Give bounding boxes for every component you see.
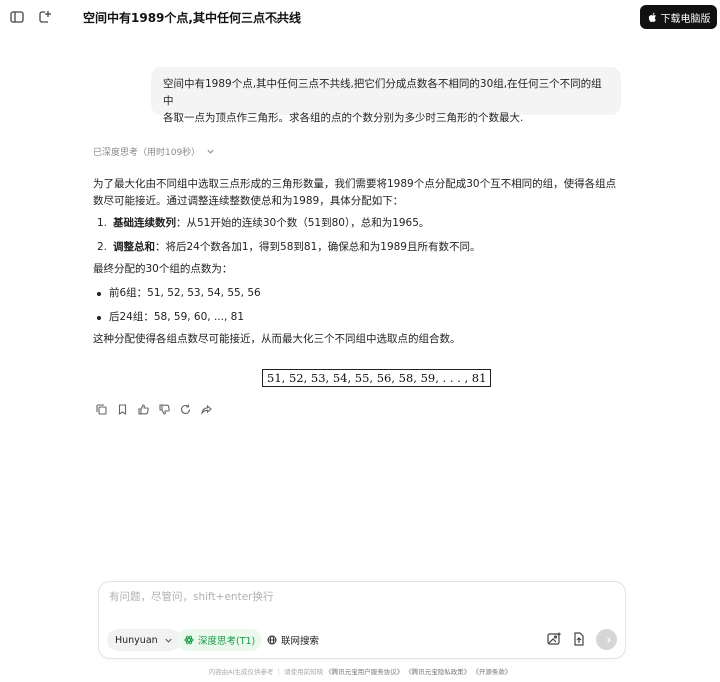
- footer-text: 内容由AI生成仅供参考 ｜ 请使用前知晓: [208, 668, 324, 676]
- thumbs-down-icon[interactable]: [158, 403, 171, 416]
- send-button[interactable]: [596, 629, 617, 650]
- final-label: 最终分配的30个组的点数为：: [93, 263, 233, 275]
- step-title: 基础连续数列: [113, 217, 176, 229]
- step-text: ：将后24个数各加1，得到58到81，确保总和为1989且所有数不同。: [155, 241, 481, 253]
- thumbs-up-icon[interactable]: [137, 403, 150, 416]
- answer-intro: 数尽可能接近。通过调整连续整数使总和为1989，具体分配如下：: [93, 195, 404, 207]
- chevron-down-icon[interactable]: [271, 11, 281, 24]
- chevron-down-icon: [207, 149, 214, 154]
- conversation-title[interactable]: 空间中有1989个点,其中任何三点不共线: [83, 9, 301, 26]
- download-desktop-button[interactable]: 下载电脑版: [640, 5, 717, 29]
- terms-link[interactable]: 《腾讯元宝用户服务协议》: [325, 668, 403, 676]
- send-arrow-icon: [603, 636, 611, 643]
- chevron-down-icon: [165, 638, 172, 643]
- user-message-bubble: 空间中有1989个点,其中任何三点不共线,把它们分成点数各不相同的30组,在任何…: [151, 67, 621, 124]
- answer-conclusion: 这种分配使得各组点数尽可能接近，从而最大化三个不同组中选取点的组合数。: [93, 333, 461, 345]
- new-chat-icon[interactable]: [37, 9, 53, 25]
- top-bar: 空间中有1989个点,其中任何三点不共线 下载电脑版: [0, 0, 720, 34]
- privacy-link[interactable]: 《腾讯元宝隐私政策》: [405, 668, 470, 676]
- bullet-icon: [97, 315, 101, 320]
- group-text: 前6组：51, 52, 53, 54, 55, 56: [109, 287, 261, 299]
- list-number: 2.: [97, 241, 108, 253]
- deep-think-label: 深度思考(T1): [198, 636, 256, 647]
- step-title: 调整总和: [113, 241, 155, 253]
- open-source-link[interactable]: 《开源条款》: [472, 668, 511, 676]
- bullet-icon: [97, 291, 101, 296]
- model-selector[interactable]: Hunyuan: [107, 629, 181, 651]
- list-item: 1. 基础连续数列：从51开始的连续30个数（51到80），总和为1965。: [93, 215, 633, 232]
- user-message-line: 空间中有1989个点,其中任何三点不共线,把它们分成点数各不相同的30组,在任何…: [163, 78, 602, 107]
- step-text: ：从51开始的连续30个数（51到80），总和为1965。: [176, 217, 430, 229]
- atom-icon: [184, 635, 194, 645]
- deep-thinking-toggle[interactable]: 已深度思考（用时109秒）: [93, 145, 215, 158]
- thinking-label: 已深度思考（用时109秒）: [93, 148, 201, 158]
- share-icon[interactable]: [200, 403, 213, 416]
- web-search-toggle[interactable]: 联网搜索: [261, 629, 325, 651]
- globe-icon: [267, 635, 277, 645]
- apple-icon: [648, 12, 656, 22]
- image-upload-icon[interactable]: [546, 631, 562, 647]
- file-upload-icon[interactable]: [571, 631, 587, 647]
- model-label: Hunyuan: [115, 634, 158, 646]
- list-item: 2. 调整总和：将后24个数各加1，得到58到81，确保总和为1989且所有数不…: [93, 239, 633, 256]
- footer-disclaimer: 内容由AI生成仅供参考 ｜ 请使用前知晓 《腾讯元宝用户服务协议》 《腾讯元宝隐…: [0, 666, 720, 676]
- user-message-line: 各取一点为顶点作三角形。求各组的点的个数分别为多少时三角形的个数最大.: [163, 112, 524, 124]
- deep-think-toggle[interactable]: 深度思考(T1): [177, 629, 263, 651]
- boxed-result: 51, 52, 53, 54, 55, 56, 58, 59, . . . , …: [262, 369, 492, 387]
- regenerate-icon[interactable]: [179, 403, 192, 416]
- web-search-label: 联网搜索: [281, 636, 320, 647]
- bookmark-icon[interactable]: [116, 403, 129, 416]
- chat-composer: Hunyuan 深度思考(T1) 联网搜索: [98, 581, 626, 659]
- list-number: 1.: [97, 217, 108, 229]
- boxed-result-text: 51, 52, 53, 54, 55, 56, 58, 59, . . . , …: [262, 369, 492, 387]
- list-item: 前6组：51, 52, 53, 54, 55, 56: [93, 285, 633, 302]
- list-item: 后24组：58, 59, 60, ..., 81: [93, 309, 633, 326]
- answer-intro: 为了最大化由不同组中选取三点形成的三角形数量，我们需要将1989个点分配成30个…: [93, 178, 617, 190]
- copy-icon[interactable]: [95, 403, 108, 416]
- sidebar-toggle-icon[interactable]: [9, 9, 25, 25]
- group-text: 后24组：58, 59, 60, ..., 81: [109, 311, 245, 323]
- message-actions: [95, 403, 213, 416]
- assistant-answer: 为了最大化由不同组中选取三点形成的三角形数量，我们需要将1989个点分配成30个…: [93, 176, 633, 348]
- chat-input[interactable]: [109, 591, 589, 603]
- download-label: 下载电脑版: [660, 13, 711, 25]
